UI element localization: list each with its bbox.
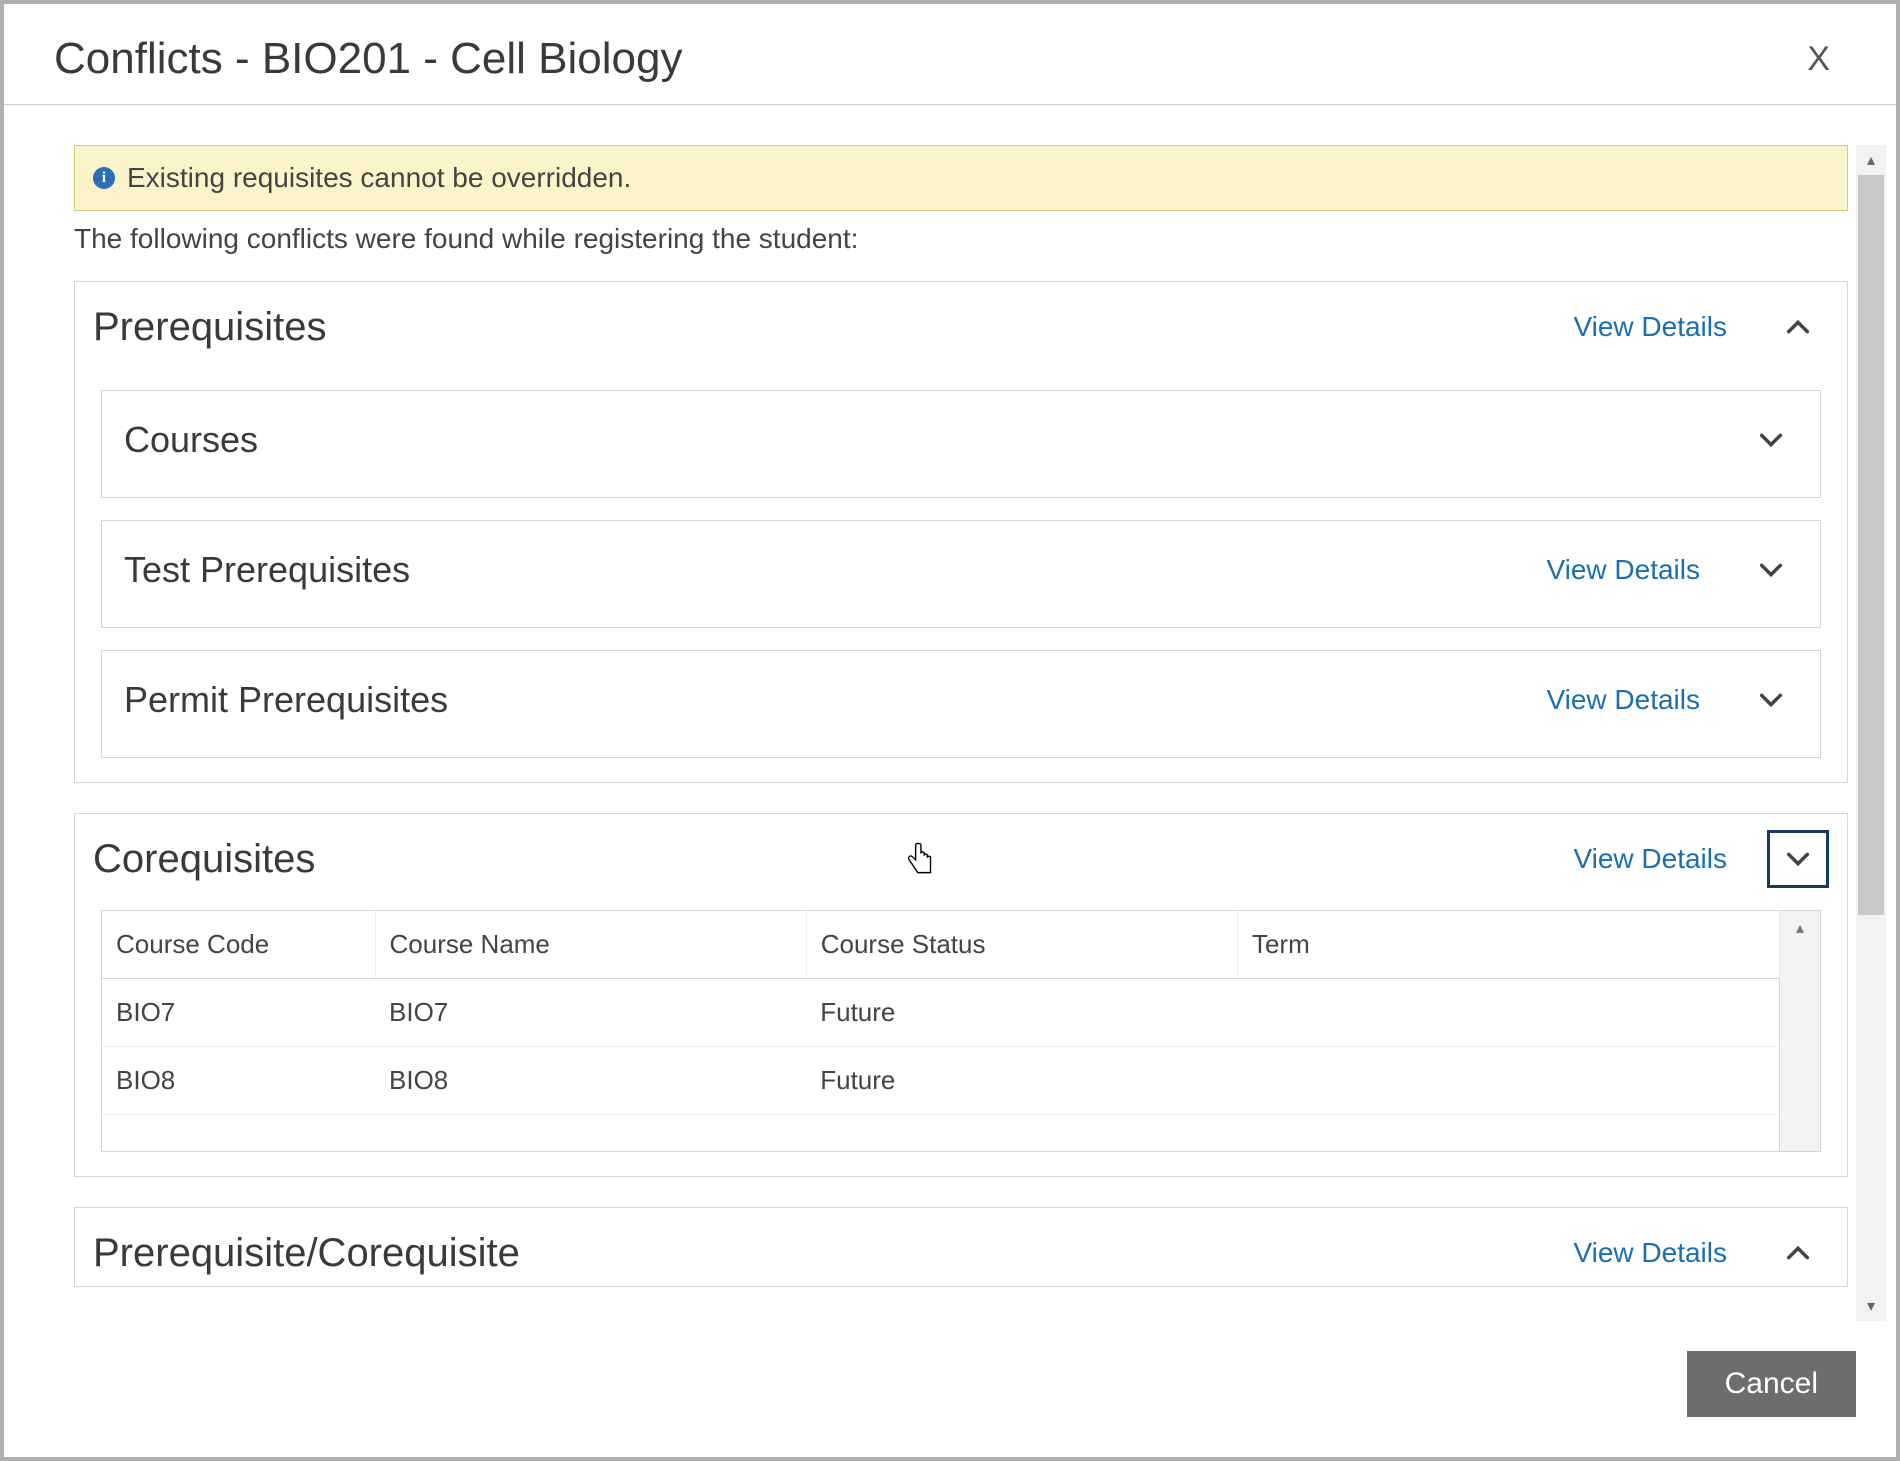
- scroll-up-icon[interactable]: ▴: [1856, 145, 1886, 175]
- table-row: [102, 1115, 1780, 1152]
- test-prereq-expand-toggle[interactable]: [1740, 541, 1802, 599]
- chevron-down-icon: [1784, 845, 1812, 873]
- test-prereq-subpanel: Test Prerequisites View Details: [101, 520, 1821, 628]
- test-prereq-header[interactable]: Test Prerequisites View Details: [102, 521, 1820, 627]
- prereq-coreq-header[interactable]: Prerequisite/Corequisite View Details: [75, 1208, 1847, 1286]
- cell-course-status: Future: [806, 1047, 1237, 1115]
- corequisites-title: Corequisites: [93, 837, 1573, 882]
- info-icon: i: [93, 167, 115, 189]
- dialog-body: i Existing requisites cannot be overridd…: [74, 145, 1856, 1321]
- col-course-status[interactable]: Course Status: [806, 911, 1237, 979]
- scroll-thumb[interactable]: [1858, 175, 1884, 915]
- cell-course-status: Future: [806, 979, 1237, 1047]
- scroll-down-icon[interactable]: ▾: [1856, 1291, 1886, 1321]
- courses-header[interactable]: Courses: [102, 391, 1820, 497]
- courses-expand-toggle[interactable]: [1740, 411, 1802, 469]
- cell-term: [1237, 979, 1779, 1047]
- permit-prereq-title: Permit Prerequisites: [124, 679, 1546, 721]
- permit-prereq-subpanel: Permit Prerequisites View Details: [101, 650, 1821, 758]
- prerequisites-title: Prerequisites: [93, 305, 1573, 350]
- prereq-coreq-collapse-toggle[interactable]: [1767, 1224, 1829, 1282]
- close-button[interactable]: X: [1807, 40, 1846, 79]
- dialog-scrollbar[interactable]: ▴ ▾: [1856, 145, 1886, 1321]
- prerequisites-header[interactable]: Prerequisites View Details: [75, 282, 1847, 360]
- courses-subpanel: Courses: [101, 390, 1821, 498]
- corequisites-header[interactable]: Corequisites View Details: [75, 814, 1847, 892]
- table-row[interactable]: BIO7 BIO7 Future: [102, 979, 1780, 1047]
- intro-text: The following conflicts were found while…: [74, 223, 1848, 255]
- cell-course-name: BIO7: [375, 979, 806, 1047]
- dialog-footer: Cancel: [4, 1321, 1896, 1457]
- conflicts-dialog: Conflicts - BIO201 - Cell Biology X i Ex…: [4, 4, 1896, 1457]
- info-banner-text: Existing requisites cannot be overridden…: [127, 162, 631, 194]
- table-scrollbar[interactable]: ▴: [1780, 910, 1821, 1152]
- corequisites-panel: Corequisites View Details: [74, 813, 1848, 1177]
- prerequisites-view-details[interactable]: View Details: [1573, 311, 1727, 343]
- cell-term: [1237, 1047, 1779, 1115]
- info-banner: i Existing requisites cannot be overridd…: [74, 145, 1848, 211]
- cancel-button[interactable]: Cancel: [1687, 1351, 1856, 1417]
- prereq-coreq-panel: Prerequisite/Corequisite View Details: [74, 1207, 1848, 1287]
- chevron-down-icon: [1757, 426, 1785, 454]
- table-header-row: Course Code Course Name Course Status Te…: [102, 911, 1780, 979]
- cell-course-name: BIO8: [375, 1047, 806, 1115]
- col-course-name[interactable]: Course Name: [375, 911, 806, 979]
- permit-prereq-expand-toggle[interactable]: [1740, 671, 1802, 729]
- cell-course-code: BIO8: [102, 1047, 376, 1115]
- corequisites-view-details[interactable]: View Details: [1573, 843, 1727, 875]
- test-prereq-title: Test Prerequisites: [124, 549, 1546, 591]
- chevron-down-icon: [1757, 556, 1785, 584]
- table-row[interactable]: BIO8 BIO8 Future: [102, 1047, 1780, 1115]
- dialog-title: Conflicts - BIO201 - Cell Biology: [54, 34, 682, 84]
- test-prereq-view-details[interactable]: View Details: [1546, 554, 1700, 586]
- chevron-down-icon: [1757, 686, 1785, 714]
- chevron-up-icon: [1784, 1239, 1812, 1267]
- dialog-header: Conflicts - BIO201 - Cell Biology X: [4, 4, 1896, 105]
- chevron-up-icon: [1784, 313, 1812, 341]
- prereq-coreq-title: Prerequisite/Corequisite: [93, 1231, 1573, 1276]
- prerequisites-panel: Prerequisites View Details Courses: [74, 281, 1848, 783]
- courses-title: Courses: [124, 419, 1740, 461]
- corequisites-collapse-toggle[interactable]: [1767, 830, 1829, 888]
- corequisites-table: Course Code Course Name Course Status Te…: [101, 910, 1780, 1152]
- col-course-code[interactable]: Course Code: [102, 911, 376, 979]
- prerequisites-collapse-toggle[interactable]: [1767, 298, 1829, 356]
- permit-prereq-view-details[interactable]: View Details: [1546, 684, 1700, 716]
- permit-prereq-header[interactable]: Permit Prerequisites View Details: [102, 651, 1820, 757]
- col-term[interactable]: Term: [1237, 911, 1779, 979]
- prereq-coreq-view-details[interactable]: View Details: [1573, 1237, 1727, 1269]
- scroll-up-icon[interactable]: ▴: [1780, 911, 1820, 945]
- cell-course-code: BIO7: [102, 979, 376, 1047]
